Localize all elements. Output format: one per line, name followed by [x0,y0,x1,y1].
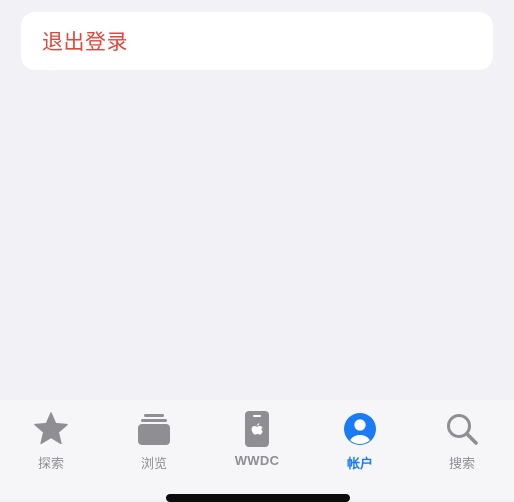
tab-wwdc[interactable]: WWDC [217,410,297,474]
tab-explore[interactable]: 探索 [11,410,91,474]
star-icon [31,410,71,448]
stacked-cards-icon [134,410,174,448]
tab-search-label: 搜索 [448,457,475,472]
tab-account-label: 帐户 [346,457,373,472]
logout-button[interactable]: 退出登录 [21,12,493,70]
home-indicator[interactable] [166,494,350,502]
logout-label: 退出登录 [42,30,128,54]
person-circle-icon [340,410,380,448]
tab-explore-label: 探索 [37,457,64,472]
tab-wwdc-label: WWDC [234,453,280,468]
magnifying-glass-icon [442,410,482,448]
tab-account[interactable]: 帐户 [320,410,400,474]
tab-search[interactable]: 搜索 [422,410,502,474]
tab-browse-label: 浏览 [140,457,167,472]
tab-bar: 探索 浏览 WWDC 帐户 搜索 [0,400,514,500]
apple-device-icon [237,410,277,448]
tab-browse[interactable]: 浏览 [114,410,194,474]
